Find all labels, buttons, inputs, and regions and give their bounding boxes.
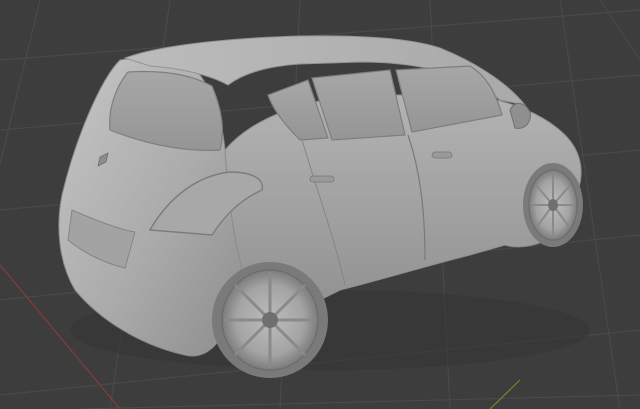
y-axis-line [489, 379, 521, 409]
rear-wheel [212, 262, 328, 378]
3d-viewport[interactable] [0, 0, 640, 409]
viewport-canvas[interactable] [0, 0, 640, 409]
front-wheel [523, 163, 583, 247]
car-model-icon[interactable] [58, 35, 590, 378]
door-handle [431, 151, 453, 159]
door-handle [309, 175, 335, 183]
